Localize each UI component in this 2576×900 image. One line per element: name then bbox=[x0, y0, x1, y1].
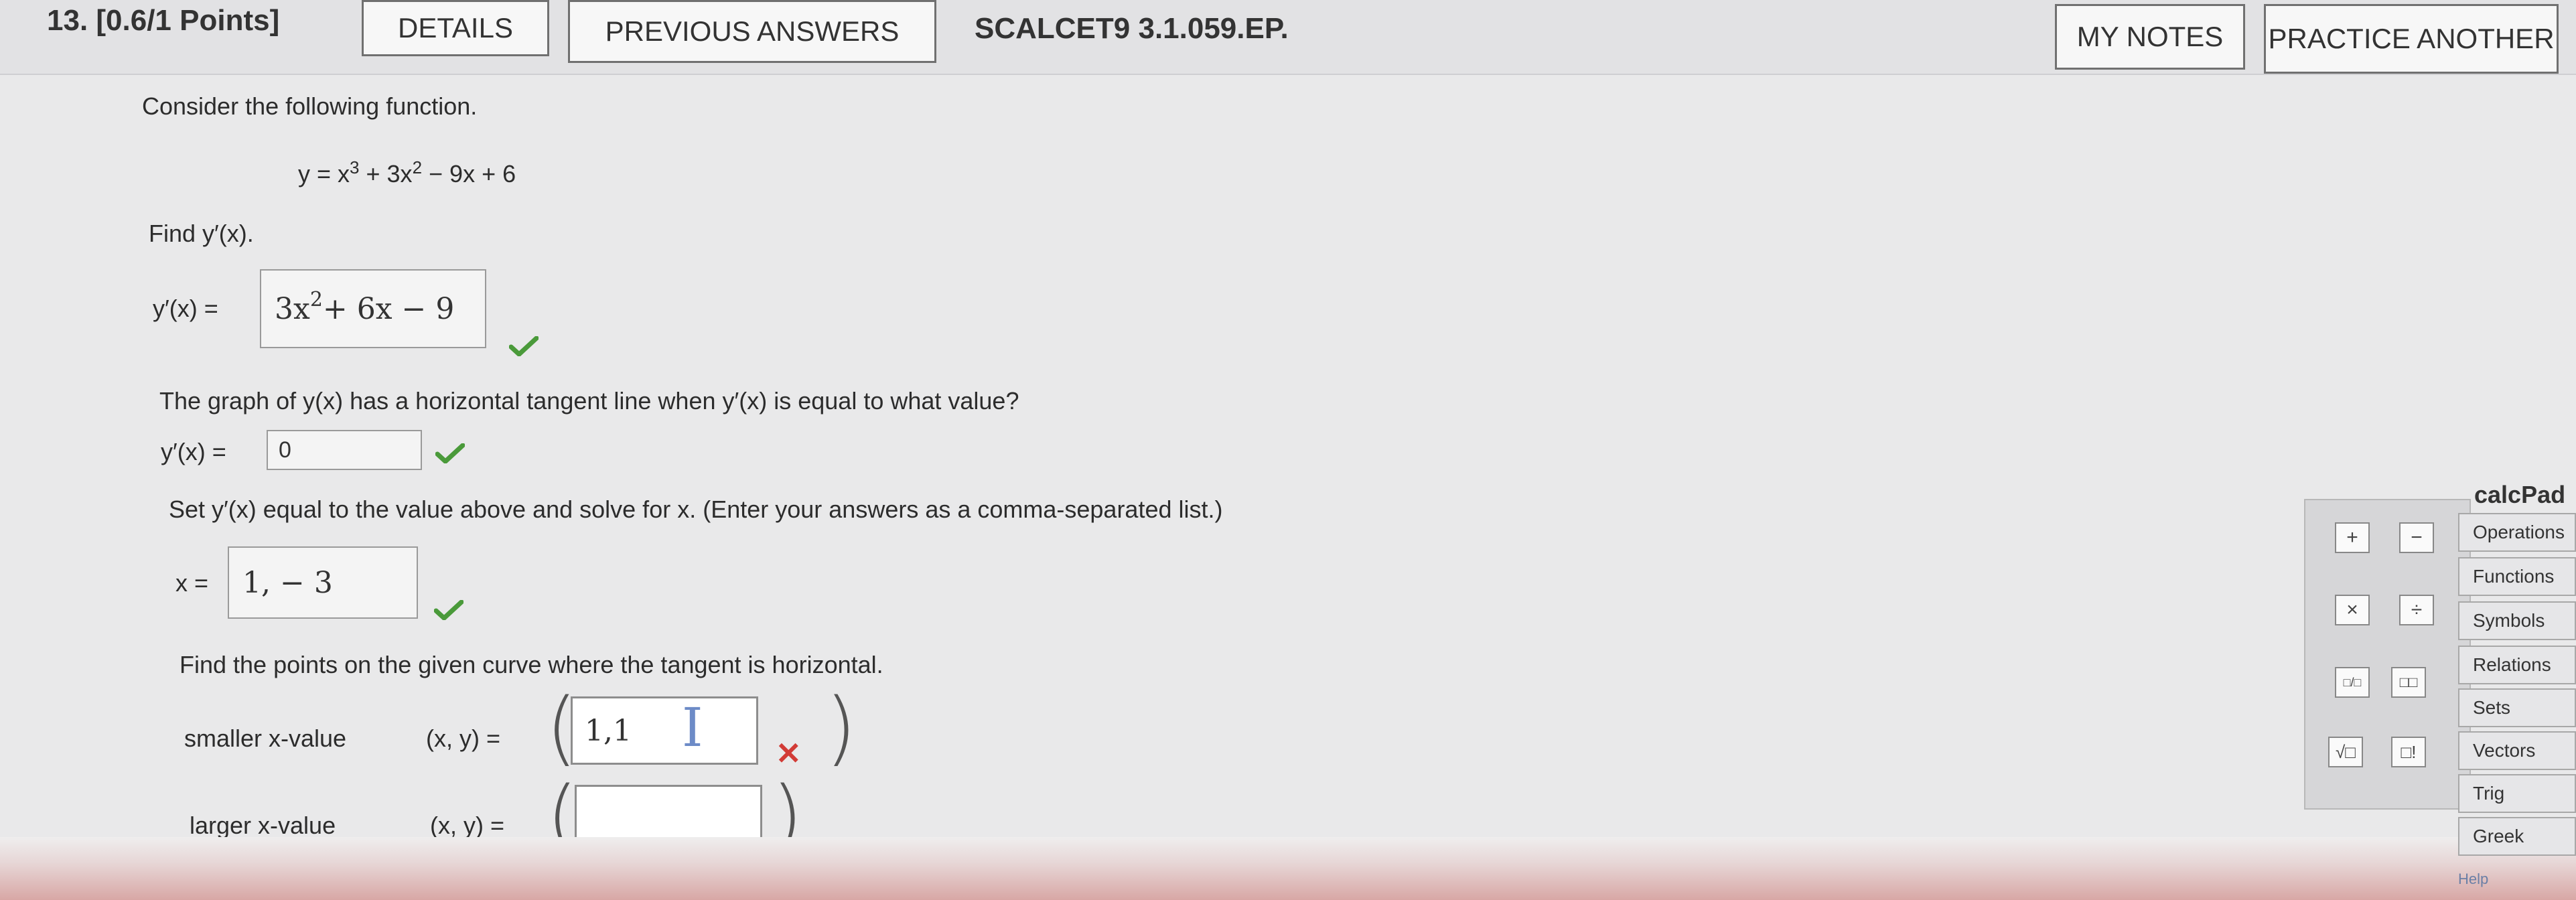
function-part: y = x bbox=[298, 160, 350, 188]
solve-instruction: Set y′(x) equal to the value above and s… bbox=[169, 496, 1223, 523]
smaller-point-input[interactable]: 1,1 bbox=[571, 696, 758, 765]
calcpad-vectors-tab[interactable]: Vectors bbox=[2458, 731, 2576, 770]
derivative-answer-box[interactable]: 3x 2 + 6x − 9 bbox=[260, 269, 486, 348]
practice-another-button[interactable]: PRACTICE ANOTHER bbox=[2264, 4, 2559, 74]
bottom-bar bbox=[0, 837, 2576, 900]
yprime-label: y′(x) = bbox=[161, 438, 226, 465]
x-answer-box[interactable]: 1, − 3 bbox=[228, 546, 418, 619]
calcpad-greek-tab[interactable]: Greek bbox=[2458, 817, 2576, 856]
my-notes-button[interactable]: MY NOTES bbox=[2055, 4, 2245, 70]
derivative-label: y′(x) = bbox=[153, 295, 218, 322]
plus-button[interactable]: + bbox=[2335, 522, 2370, 553]
xy-label: (x, y) = bbox=[430, 812, 505, 839]
minus-button[interactable]: − bbox=[2399, 522, 2434, 553]
calcpad-help-link[interactable]: Help bbox=[2458, 871, 2488, 888]
function-expression: y = x3 + 3x2 − 9x + 6 bbox=[298, 157, 516, 188]
correct-check-icon bbox=[434, 600, 463, 620]
yprime-value-box[interactable]: 0 bbox=[267, 430, 422, 470]
exponent-button[interactable]: □□ bbox=[2391, 667, 2426, 698]
correct-check-icon bbox=[509, 336, 539, 356]
divide-button[interactable]: ÷ bbox=[2399, 595, 2434, 625]
multiply-button[interactable]: × bbox=[2335, 595, 2370, 625]
calcpad-symbols-tab[interactable]: Symbols bbox=[2458, 601, 2576, 640]
calcpad-functions-tab[interactable]: Functions bbox=[2458, 557, 2576, 596]
function-part: − 9x + 6 bbox=[422, 160, 516, 188]
function-exponent: 3 bbox=[350, 157, 360, 177]
problem-code: SCALCET9 3.1.059.EP. bbox=[975, 12, 1289, 45]
previous-answers-button[interactable]: PREVIOUS ANSWERS bbox=[568, 0, 936, 63]
close-paren: ) bbox=[825, 682, 857, 775]
calcpad-operations-tab[interactable]: Operations bbox=[2458, 513, 2576, 552]
horizontal-tangent-question: The graph of y(x) has a horizontal tange… bbox=[159, 387, 1019, 415]
larger-x-label: larger x-value bbox=[190, 812, 336, 839]
incorrect-x-icon: ✕ bbox=[776, 736, 802, 771]
question-number: 13. [0.6/1 Points] bbox=[47, 4, 280, 37]
function-exponent: 2 bbox=[412, 157, 423, 177]
smaller-x-label: smaller x-value bbox=[184, 725, 347, 752]
details-button[interactable]: DETAILS bbox=[362, 0, 549, 56]
problem-body: Consider the following function. y = x3 … bbox=[0, 74, 2576, 900]
x-label: x = bbox=[175, 569, 209, 597]
find-derivative-text: Find y′(x). bbox=[149, 220, 254, 247]
correct-check-icon bbox=[435, 443, 465, 463]
question-header: 13. [0.6/1 Points] DETAILS PREVIOUS ANSW… bbox=[0, 0, 2576, 75]
text-cursor-icon: I bbox=[682, 696, 703, 759]
calcpad-relations-tab[interactable]: Relations bbox=[2458, 646, 2576, 684]
calcpad-sets-tab[interactable]: Sets bbox=[2458, 688, 2576, 727]
derivative-exponent: 2 bbox=[309, 287, 323, 311]
derivative-term: + 6x − 9 bbox=[322, 291, 455, 326]
calcpad-title: calcPad bbox=[2474, 481, 2566, 508]
calcpad-trig-tab[interactable]: Trig bbox=[2458, 774, 2576, 813]
find-points-text: Find the points on the given curve where… bbox=[180, 651, 883, 678]
xy-label: (x, y) = bbox=[426, 725, 501, 752]
fraction-button[interactable]: □/□ bbox=[2335, 667, 2370, 698]
intro-text: Consider the following function. bbox=[142, 92, 478, 120]
sqrt-button[interactable]: √□ bbox=[2328, 737, 2363, 767]
factorial-button[interactable]: □! bbox=[2391, 737, 2426, 767]
function-part: + 3x bbox=[359, 160, 413, 188]
derivative-term: 3x bbox=[275, 291, 310, 326]
